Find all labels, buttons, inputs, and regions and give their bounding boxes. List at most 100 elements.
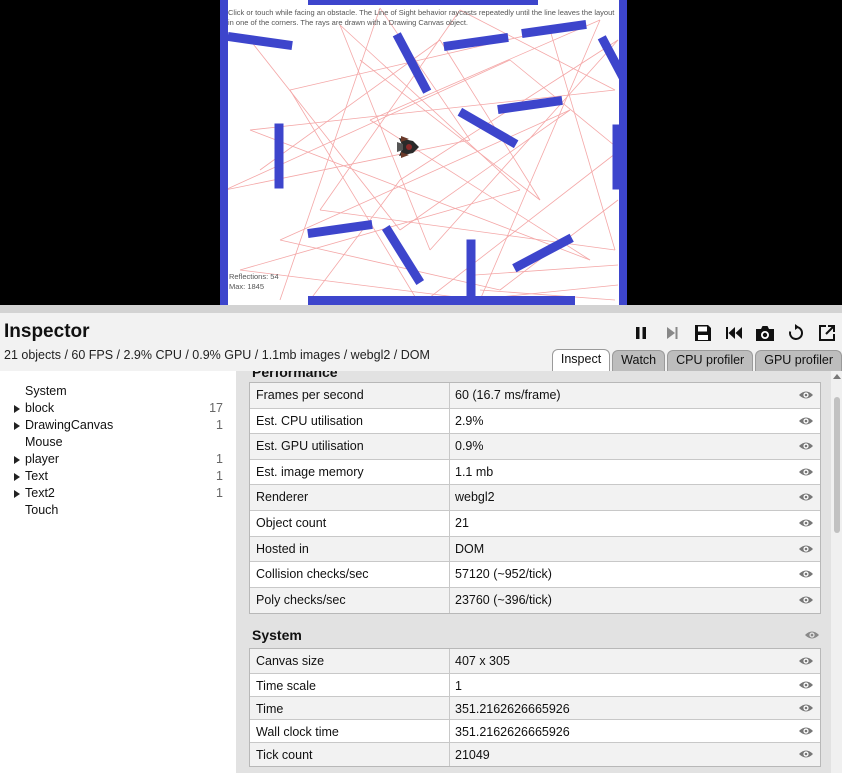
inspector-title: Inspector: [4, 321, 90, 342]
eye-icon[interactable]: [798, 543, 814, 555]
eye-icon[interactable]: [798, 594, 814, 606]
tree-item-text[interactable]: Text 1: [0, 468, 236, 485]
prop-name: Hosted in: [256, 541, 309, 556]
popout-icon: [818, 325, 835, 341]
expand-arrow-icon[interactable]: [14, 422, 20, 430]
prop-value: 0.9%: [455, 439, 484, 454]
eye-icon[interactable]: [798, 517, 814, 529]
prop-value: 407 x 305: [455, 654, 510, 668]
eye-icon[interactable]: [798, 491, 814, 503]
snapshot-button[interactable]: [749, 321, 780, 345]
pause-icon: [635, 327, 646, 339]
pause-button[interactable]: [625, 321, 656, 345]
tree-item-count: 1: [216, 486, 223, 500]
player-ship-part: [406, 144, 412, 150]
block-obstacle: [466, 239, 476, 305]
eye-icon[interactable]: [798, 725, 814, 737]
prop-row-image-memory: Est. image memory 1.1 mb: [250, 459, 820, 486]
eye-icon[interactable]: [798, 679, 814, 691]
inspector-content: System block 17 DrawingCanvas 1 Mouse pl…: [0, 371, 842, 773]
prop-name: Time: [256, 702, 284, 716]
tree-item-count: 1: [216, 452, 223, 466]
prop-name: Est. image memory: [256, 464, 364, 479]
prop-row-cpu: Est. CPU utilisation 2.9%: [250, 408, 820, 435]
prop-name: Est. CPU utilisation: [256, 413, 363, 428]
prop-name: Renderer: [256, 490, 309, 505]
prop-name: Collision checks/sec: [256, 567, 369, 582]
tree-item-drawingcanvas[interactable]: DrawingCanvas 1: [0, 417, 236, 434]
tree-item-block[interactable]: block 17: [0, 400, 236, 417]
performance-table: Frames per second 60 (16.7 ms/frame) Est…: [249, 382, 821, 615]
restart-icon: [788, 324, 803, 340]
inspector-toolbar: [625, 321, 842, 345]
tree-item-text2[interactable]: Text2 1: [0, 485, 236, 502]
eye-icon[interactable]: [798, 440, 814, 452]
eye-icon[interactable]: [798, 655, 814, 667]
prop-name: Object count: [256, 515, 327, 530]
tree-item-label: block: [25, 401, 55, 415]
eye-icon[interactable]: [798, 389, 814, 401]
tree-item-label: player: [25, 452, 60, 466]
prop-row-time: Time 351.2162626665926: [250, 697, 820, 720]
prop-row-wall-clock-time: Wall clock time 351.2162626665926: [250, 720, 820, 743]
eye-icon[interactable]: [798, 466, 814, 478]
scrollbar-thumb[interactable]: [834, 397, 840, 533]
eye-icon[interactable]: [798, 748, 814, 760]
prop-value: 23760 (~396/tick): [455, 592, 552, 607]
save-button[interactable]: [687, 321, 718, 345]
eye-icon[interactable]: [798, 702, 814, 714]
block-obstacle: [274, 123, 284, 189]
prop-value: webgl2: [455, 490, 495, 505]
expand-arrow-icon[interactable]: [14, 405, 20, 413]
prop-row-gpu: Est. GPU utilisation 0.9%: [250, 434, 820, 460]
expand-arrow-icon[interactable]: [14, 473, 20, 481]
tree-item-player[interactable]: player 1: [0, 451, 236, 468]
prop-row-time-scale: Time scale 1: [250, 674, 820, 697]
rewind-icon: [725, 327, 742, 339]
prop-name: Est. GPU utilisation: [256, 439, 364, 454]
max-counter: Max: 1845: [229, 282, 265, 291]
inspector-stats: 21 objects / 60 FPS / 2.9% CPU / 0.9% GP…: [4, 348, 430, 362]
step-button[interactable]: [656, 321, 687, 345]
tab-inspect[interactable]: Inspect: [551, 349, 611, 371]
properties-scrollbar[interactable]: [831, 371, 842, 773]
eye-icon[interactable]: [803, 629, 821, 641]
prop-value: DOM: [455, 541, 485, 556]
tree-item-label: System: [25, 384, 67, 398]
scroll-up-arrow-icon[interactable]: [833, 374, 841, 379]
camera-icon: [755, 325, 774, 341]
prop-name: Frames per second: [256, 388, 364, 402]
left-wall: [220, 0, 228, 305]
tree-item-label: Mouse: [25, 435, 63, 449]
expand-arrow-icon[interactable]: [14, 456, 20, 464]
step-icon: [666, 327, 677, 339]
tab-cpu-profiler[interactable]: CPU profiler: [667, 350, 754, 371]
game-canvas[interactable]: [220, 0, 627, 305]
eye-icon[interactable]: [798, 568, 814, 580]
tree-item-count: 1: [216, 418, 223, 432]
tree-item-touch[interactable]: Touch: [0, 502, 236, 519]
expand-arrow-icon[interactable]: [14, 490, 20, 498]
tree-item-label: Text: [25, 469, 48, 483]
prop-row-canvas-size: Canvas size 407 x 305: [250, 649, 820, 674]
bottom-wall: [308, 296, 575, 305]
tab-gpu-profiler[interactable]: GPU profiler: [755, 350, 842, 371]
prop-row-fps: Frames per second 60 (16.7 ms/frame): [250, 383, 820, 409]
prop-row-object-count: Object count 21: [250, 510, 820, 537]
game-preview[interactable]: Click or touch while facing an obstacle.…: [220, 0, 627, 305]
prop-value: 1.1 mb: [455, 464, 494, 479]
restart-button[interactable]: [780, 321, 811, 345]
tree-item-label: Touch: [25, 503, 59, 517]
rewind-button[interactable]: [718, 321, 749, 345]
properties-panel[interactable]: Performance Frames per second 60 (16.7 m…: [236, 371, 831, 773]
tab-watch[interactable]: Watch: [612, 350, 666, 371]
eye-icon[interactable]: [805, 371, 821, 372]
prop-name: Wall clock time: [256, 725, 339, 739]
tree-item-system[interactable]: System: [0, 383, 236, 400]
tree-item-label: DrawingCanvas: [25, 418, 114, 432]
popout-button[interactable]: [811, 321, 842, 345]
section-title-system: System: [252, 627, 302, 643]
inspector-resize-bar[interactable]: [0, 305, 842, 313]
eye-icon[interactable]: [798, 415, 814, 427]
tree-item-mouse[interactable]: Mouse: [0, 434, 236, 451]
